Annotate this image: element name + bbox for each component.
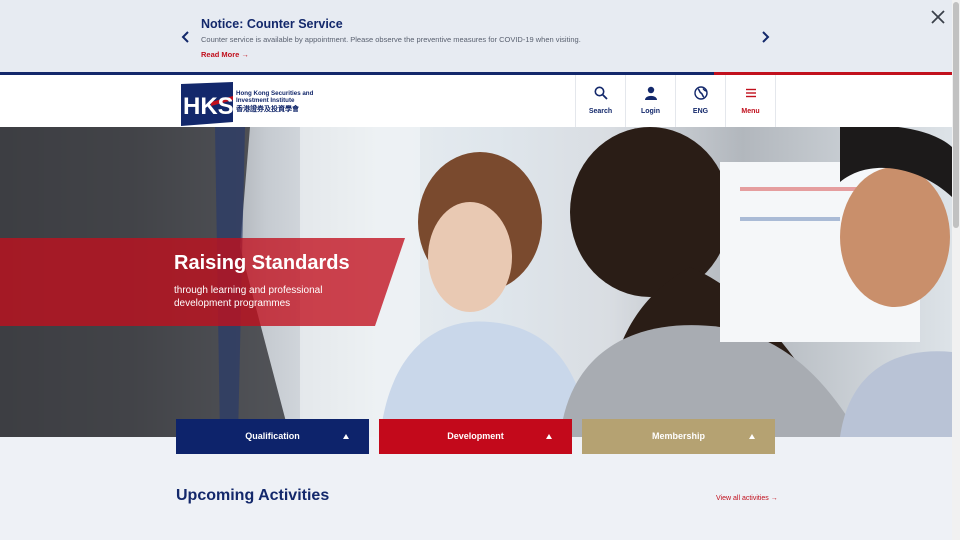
hamburger-icon: [746, 88, 756, 98]
upcoming-activities-title: Upcoming Activities: [176, 487, 330, 504]
nav-login-button[interactable]: Login: [625, 75, 675, 127]
search-icon: [594, 86, 608, 100]
logo-caption-en: Hong Kong Securities and Investment Inst…: [236, 90, 314, 104]
notice-banner: Notice: Counter Service Counter service …: [0, 0, 952, 72]
nav-search-label: Search: [588, 108, 613, 115]
hero-title: Raising Standards: [174, 252, 350, 274]
notice-text: Counter service is available by appointm…: [201, 35, 581, 44]
caret-up-icon: [546, 434, 552, 439]
caret-up-icon: [343, 434, 349, 439]
read-more-link[interactable]: Read More →: [201, 50, 249, 59]
user-icon: [645, 86, 657, 100]
scrollbar-thumb[interactable]: [953, 2, 959, 228]
membership-label: Membership: [651, 431, 705, 441]
nav-menu-label: Menu: [741, 108, 760, 115]
qualification-label: Qualification: [245, 431, 300, 441]
caret-up-icon: [749, 434, 755, 439]
nav-language-label: ENG: [692, 108, 709, 115]
chevron-right-icon[interactable]: [759, 30, 771, 44]
view-all-activities-link[interactable]: View all activities →: [716, 495, 778, 502]
chevron-left-icon[interactable]: [180, 30, 192, 44]
close-icon[interactable]: [930, 9, 946, 25]
site-header: HKSI Hong Kong Securities and Investment…: [0, 72, 952, 127]
notice-title: Notice: Counter Service: [201, 17, 343, 31]
membership-button[interactable]: Membership: [582, 419, 775, 454]
nav-menu-button[interactable]: Menu: [725, 75, 775, 127]
logo-text: HKSI: [183, 93, 240, 120]
qualification-button[interactable]: Qualification: [176, 419, 369, 454]
logo-caption-zh: 香港證券及投資學會: [236, 106, 299, 113]
nav-divider: [775, 75, 776, 127]
hero-banner: Raising Standards through learning and p…: [0, 127, 952, 437]
globe-icon: [694, 86, 708, 100]
nav-search-button[interactable]: Search: [575, 75, 625, 127]
page-scrollbar[interactable]: [952, 0, 960, 540]
development-label: Development: [447, 431, 504, 441]
nav-login-label: Login: [640, 108, 661, 115]
development-button[interactable]: Development: [379, 419, 572, 454]
nav-language-button[interactable]: ENG: [675, 75, 725, 127]
hero-subtitle: through learning and professional develo…: [174, 285, 323, 309]
